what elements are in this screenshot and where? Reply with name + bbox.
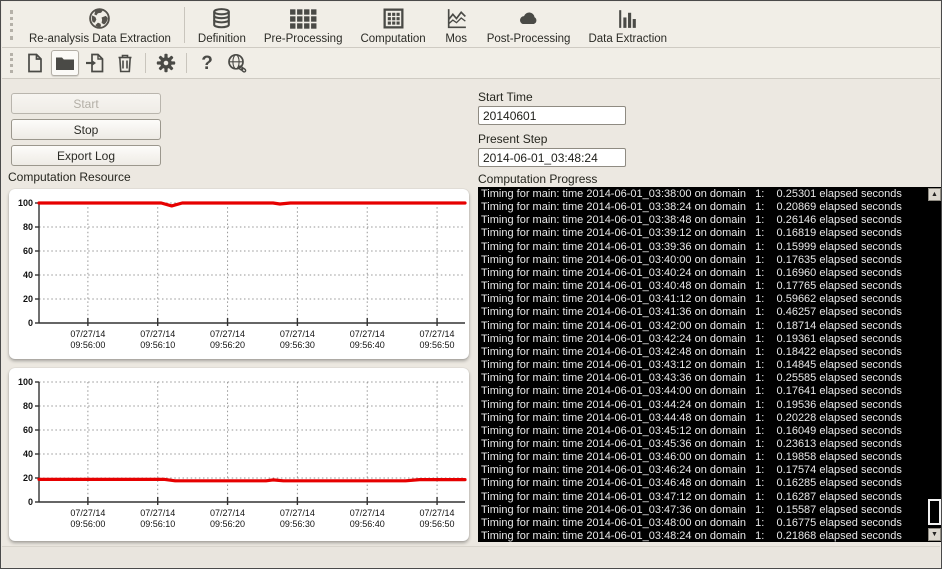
toolbar-grip[interactable]	[10, 53, 14, 73]
file-toolbar: ?	[2, 48, 940, 79]
svg-text:80: 80	[23, 401, 33, 411]
resource-chart-bottom-plot: 0 20 40 60 80 100 07/27/14 09:56:00 07/27/14 09:5…	[18, 377, 467, 529]
grid-icon	[289, 6, 317, 31]
new-file-icon	[24, 52, 46, 74]
start-time-label: Start Time	[478, 90, 533, 104]
ribbon-item-label: Re-analysis Data Extraction	[29, 32, 171, 45]
svg-text:07/27/1409:56:30: 07/27/14 09:56:30	[280, 508, 315, 529]
resource-chart-bottom: 0 20 40 60 80 100 07/27/14 09:56:00 07/27/14 09:5…	[9, 368, 469, 541]
ribbon-item-mos[interactable]: Mos	[435, 3, 478, 47]
svg-text:20: 20	[23, 473, 33, 483]
database-icon	[209, 6, 234, 31]
import-button[interactable]	[81, 50, 109, 76]
settings-button[interactable]	[152, 50, 180, 76]
export-log-button[interactable]: Export Log	[11, 145, 161, 166]
ribbon-item-label: Data Extraction	[588, 32, 668, 45]
svg-text:07/27/1409:56:20: 07/27/14 09:56:20	[210, 329, 245, 350]
web-link-button[interactable]	[223, 50, 251, 76]
ribbon-item-definition[interactable]: Definition	[189, 3, 255, 47]
svg-text:100: 100	[18, 377, 33, 387]
ribbon-item-label: Post-Processing	[486, 32, 571, 45]
ribbon-item-reanalysis-data-extraction[interactable]: Re-analysis Data Extraction	[20, 3, 180, 47]
ribbon-toolbar: Re-analysis Data Extraction Definition P…	[2, 2, 940, 48]
svg-text:40: 40	[23, 270, 33, 280]
svg-text:07/27/1409:56:00: 07/27/14 09:56:00	[70, 508, 105, 529]
start-button[interactable]: Start	[11, 93, 161, 114]
toolbar-grip[interactable]	[10, 9, 14, 40]
spreadsheet-icon	[381, 6, 406, 31]
svg-text:07/27/1409:56:10: 07/27/14 09:56:10	[140, 508, 175, 529]
svg-text:20: 20	[23, 294, 33, 304]
svg-text:07/27/1409:56:20: 07/27/14 09:56:20	[210, 508, 245, 529]
bar-chart-icon	[615, 6, 640, 31]
delete-button[interactable]	[111, 50, 139, 76]
terminal-scrollbar[interactable]: ▲ ▼	[927, 188, 941, 541]
web-link-icon	[226, 52, 248, 74]
ribbon-item-label: Computation	[360, 32, 426, 45]
svg-text:60: 60	[23, 425, 33, 435]
stop-button[interactable]: Stop	[11, 119, 161, 140]
computation-progress-terminal[interactable]: Timing for main: time 2014-06-01_03:38:0…	[478, 187, 941, 542]
scroll-up-button[interactable]: ▲	[928, 188, 941, 201]
toolbar-separator	[183, 6, 185, 43]
present-step-label: Present Step	[478, 132, 548, 146]
svg-text:0: 0	[28, 497, 33, 507]
cloud-icon	[516, 6, 542, 31]
resource-chart-top: 0 20 40 60 80 100 07/27/14 09:56:00 07/27/14 09:5…	[9, 189, 469, 359]
present-step-input[interactable]	[478, 148, 626, 167]
svg-text:40: 40	[23, 449, 33, 459]
ribbon-item-computation[interactable]: Computation	[351, 3, 434, 47]
computation-resource-label: Computation Resource	[8, 170, 131, 184]
help-icon: ?	[201, 52, 213, 74]
ribbon-item-label: Mos	[445, 32, 468, 45]
settings-gear-icon	[155, 52, 177, 74]
svg-text:0: 0	[28, 318, 33, 328]
ribbon-item-label: Pre-Processing	[263, 32, 343, 45]
ribbon-item-pre-processing[interactable]: Pre-Processing	[255, 3, 352, 47]
start-time-input[interactable]	[478, 106, 626, 125]
svg-text:07/27/1409:56:00: 07/27/14 09:56:00	[70, 329, 105, 350]
svg-text:07/27/1409:56:30: 07/27/14 09:56:30	[280, 329, 315, 350]
ribbon-item-label: Definition	[197, 32, 246, 45]
toolbar-separator	[186, 53, 187, 73]
svg-text:100: 100	[18, 198, 33, 208]
help-button[interactable]: ?	[193, 50, 221, 76]
ribbon-item-data-extraction[interactable]: Data Extraction	[579, 3, 676, 47]
status-bar	[2, 546, 940, 567]
svg-text:80: 80	[23, 222, 33, 232]
app-window: Re-analysis Data Extraction Definition P…	[0, 0, 942, 569]
open-folder-icon	[54, 52, 76, 74]
terminal-output: Timing for main: time 2014-06-01_03:38:0…	[481, 188, 902, 542]
svg-text:07/27/1409:56:50: 07/27/14 09:56:50	[420, 508, 455, 529]
svg-text:07/27/1409:56:40: 07/27/14 09:56:40	[350, 508, 385, 529]
resource-chart-top-plot: 0 20 40 60 80 100 07/27/14 09:56:00 07/27/14 09:5…	[18, 198, 467, 350]
delete-icon	[114, 52, 136, 74]
svg-text:07/27/1409:56:10: 07/27/14 09:56:10	[140, 329, 175, 350]
scroll-down-button[interactable]: ▼	[928, 528, 941, 541]
svg-text:07/27/1409:56:50: 07/27/14 09:56:50	[420, 329, 455, 350]
computation-progress-label: Computation Progress	[478, 172, 598, 186]
line-chart-icon	[444, 6, 469, 31]
ribbon-item-post-processing[interactable]: Post-Processing	[478, 3, 580, 47]
toolbar-separator	[145, 53, 146, 73]
globe-icon	[87, 6, 112, 31]
scrollbar-thumb[interactable]	[928, 499, 941, 525]
svg-text:07/27/1409:56:40: 07/27/14 09:56:40	[350, 329, 385, 350]
open-folder-button[interactable]	[51, 50, 79, 76]
svg-text:60: 60	[23, 246, 33, 256]
import-icon	[84, 52, 106, 74]
new-file-button[interactable]	[21, 50, 49, 76]
